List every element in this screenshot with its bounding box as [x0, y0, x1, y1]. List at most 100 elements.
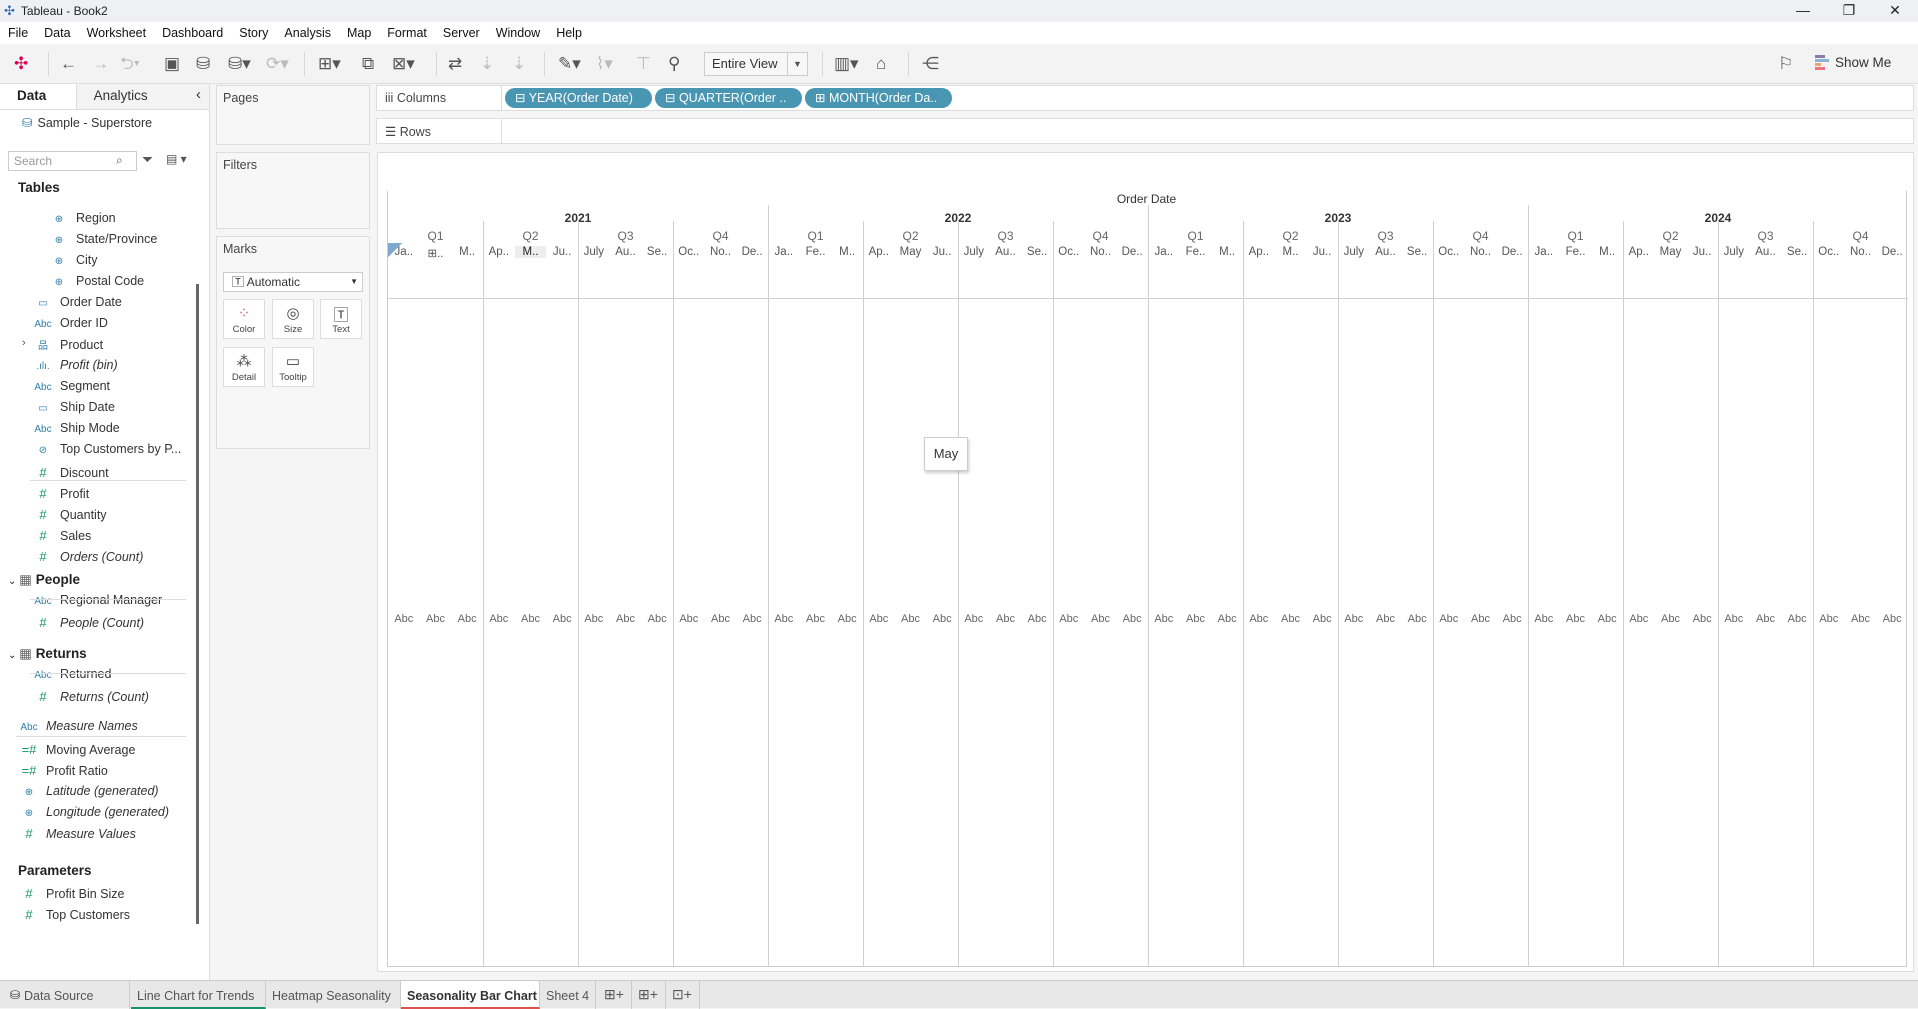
save-icon[interactable]: ▣ — [164, 54, 180, 74]
month-header[interactable]: No.. — [705, 246, 737, 258]
show-cards-icon[interactable]: ▥▾ — [834, 54, 859, 74]
quarter-header[interactable]: Q4 — [1433, 229, 1528, 243]
month-header[interactable]: Ap.. — [483, 246, 515, 258]
refresh-icon[interactable]: ⟳▾ — [266, 54, 289, 74]
quarter-pill[interactable]: ⊟ QUARTER(Order .. — [655, 88, 802, 108]
menu-server[interactable]: Server — [443, 26, 480, 40]
quarter-header[interactable]: Q4 — [673, 229, 768, 243]
field-top-customers-by-p[interactable]: ⊘ Top Customers by P... — [30, 442, 182, 456]
month-header[interactable]: M.. — [1275, 246, 1307, 258]
month-header[interactable]: Ja.. — [1528, 246, 1560, 258]
month-pill[interactable]: ⊞ MONTH(Order Da.. — [805, 88, 952, 108]
month-header[interactable]: No.. — [1465, 246, 1497, 258]
field-product[interactable]: 品 Product — [30, 337, 103, 352]
field-profit-bin-size[interactable]: # Profit Bin Size — [16, 886, 124, 901]
quarter-header[interactable]: Q1 — [1528, 229, 1623, 243]
sheet-tab[interactable]: Heatmap Seasonality — [266, 981, 401, 1009]
month-header[interactable]: M.. — [451, 246, 483, 258]
month-header[interactable]: Ju.. — [926, 246, 958, 258]
month-header[interactable]: De.. — [1116, 246, 1148, 258]
show-mark-labels-icon[interactable]: ⊤ — [636, 54, 651, 74]
field-moving-average[interactable]: =# Moving Average — [16, 742, 136, 757]
month-header[interactable]: Fe.. — [800, 246, 832, 258]
restore-button[interactable]: ❐ — [1826, 0, 1872, 22]
filter-icon[interactable]: ⏷ — [142, 151, 153, 168]
sheet-tab[interactable]: Line Chart for Trends — [131, 981, 266, 1009]
quarter-header[interactable]: Q3 — [958, 229, 1053, 243]
month-header[interactable]: Ja.. — [1148, 246, 1180, 258]
rows-shelf[interactable]: ☰ Rows — [376, 118, 1914, 144]
sheet-tab[interactable]: Sheet 4 — [540, 981, 596, 1009]
field-top-customers[interactable]: # Top Customers — [16, 907, 130, 922]
new-datasource-icon[interactable]: ⛁ — [196, 54, 210, 74]
people-table-header[interactable]: ⌄ ▦ People — [8, 572, 80, 588]
fit-select[interactable]: Entire View ▼ — [704, 52, 808, 76]
collapse-pane-icon[interactable]: ‹ — [196, 86, 201, 103]
quarter-header[interactable]: Q3 — [1338, 229, 1433, 243]
new-worksheet-icon[interactable]: ⊞▾ — [318, 54, 341, 74]
pin-icon[interactable]: ⚲ — [668, 54, 680, 74]
month-header[interactable]: Ja.. — [768, 246, 800, 258]
duplicate-sheet-icon[interactable]: ⧉ — [362, 54, 374, 74]
month-header[interactable]: May — [895, 246, 927, 258]
field-profit[interactable]: # Profit — [30, 486, 89, 501]
text-button[interactable]: 🅃 Text — [320, 299, 362, 339]
field-longitude-generated[interactable]: ⊕ Longitude (generated) — [16, 805, 169, 819]
datasource-item[interactable]: ⛁ Sample - Superstore — [22, 115, 152, 130]
pause-updates-icon[interactable]: ⛁▾ — [228, 54, 251, 74]
field-state-province[interactable]: ⊕ State/Province — [46, 232, 158, 246]
field-orders-count[interactable]: # Orders (Count) — [30, 549, 143, 564]
month-header[interactable]: Ju.. — [1306, 246, 1338, 258]
columns-shelf[interactable]: iii Columns ⊟ YEAR(Order Date) ⊟ QUARTER… — [376, 85, 1914, 111]
field-segment[interactable]: Abc Segment — [30, 379, 110, 393]
field-sales[interactable]: # Sales — [30, 528, 91, 543]
minimize-button[interactable]: — — [1780, 0, 1826, 22]
field-returns-count[interactable]: # Returns (Count) — [30, 689, 149, 704]
month-header[interactable]: Se.. — [641, 246, 673, 258]
group-members-icon[interactable]: ⌇▾ — [596, 54, 613, 74]
year-pill[interactable]: ⊟ YEAR(Order Date) — [505, 88, 652, 108]
menu-help[interactable]: Help — [556, 26, 582, 40]
guide-signpost-icon[interactable]: ⚐ — [1778, 54, 1793, 74]
menu-analysis[interactable]: Analysis — [284, 26, 331, 40]
field-profit-ratio[interactable]: =# Profit Ratio — [16, 763, 108, 778]
month-header[interactable]: Ap.. — [1623, 246, 1655, 258]
field-discount[interactable]: # Discount — [30, 465, 108, 480]
month-header[interactable]: Ju.. — [546, 246, 578, 258]
field-quantity[interactable]: # Quantity — [30, 507, 106, 522]
quarter-header[interactable]: Q2 — [1243, 229, 1338, 243]
sort-ascending-icon[interactable]: ⇣ — [480, 54, 494, 74]
pages-card[interactable]: Pages — [216, 85, 370, 145]
month-header[interactable]: Au.. — [1370, 246, 1402, 258]
field-postal-code[interactable]: ⊕ Postal Code — [46, 274, 144, 288]
field-ship-mode[interactable]: Abc Ship Mode — [30, 421, 119, 435]
month-header[interactable]: No.. — [1845, 246, 1877, 258]
month-header[interactable]: M.. — [514, 246, 547, 258]
month-header[interactable]: July — [1338, 246, 1370, 258]
month-header[interactable]: Se.. — [1021, 246, 1053, 258]
menu-map[interactable]: Map — [347, 26, 371, 40]
tab-analytics[interactable]: Analytics ‹ — [75, 84, 209, 109]
month-header[interactable]: De.. — [1496, 246, 1528, 258]
month-header[interactable]: No.. — [1085, 246, 1117, 258]
month-header[interactable]: Oc.. — [1813, 246, 1845, 258]
field-ship-date[interactable]: ▭ Ship Date — [30, 400, 115, 414]
undo-icon[interactable]: ← — [60, 54, 77, 74]
highlight-icon[interactable]: ✎▾ — [558, 54, 581, 74]
month-header[interactable]: Au.. — [1750, 246, 1782, 258]
month-header[interactable]: Se.. — [1401, 246, 1433, 258]
quarter-header[interactable]: Q2 — [483, 229, 578, 243]
quarter-header[interactable]: Q3 — [578, 229, 673, 243]
month-header[interactable]: Oc.. — [1053, 246, 1085, 258]
close-button[interactable]: ✕ — [1872, 0, 1918, 22]
field-profit-bin[interactable]: .ılı. Profit (bin) — [30, 358, 117, 372]
month-header[interactable]: M.. — [1211, 246, 1243, 258]
quarter-header[interactable]: Q4 — [1813, 229, 1908, 243]
quarter-header[interactable]: Q1 — [388, 229, 483, 243]
expand-chevron-icon[interactable]: › — [22, 337, 26, 349]
swap-rows-columns-icon[interactable]: ⇄ — [448, 54, 462, 74]
menu-file[interactable]: File — [8, 26, 28, 40]
month-header[interactable]: De.. — [736, 246, 768, 258]
month-header[interactable]: Au.. — [990, 246, 1022, 258]
field-city[interactable]: ⊕ City — [46, 253, 98, 267]
